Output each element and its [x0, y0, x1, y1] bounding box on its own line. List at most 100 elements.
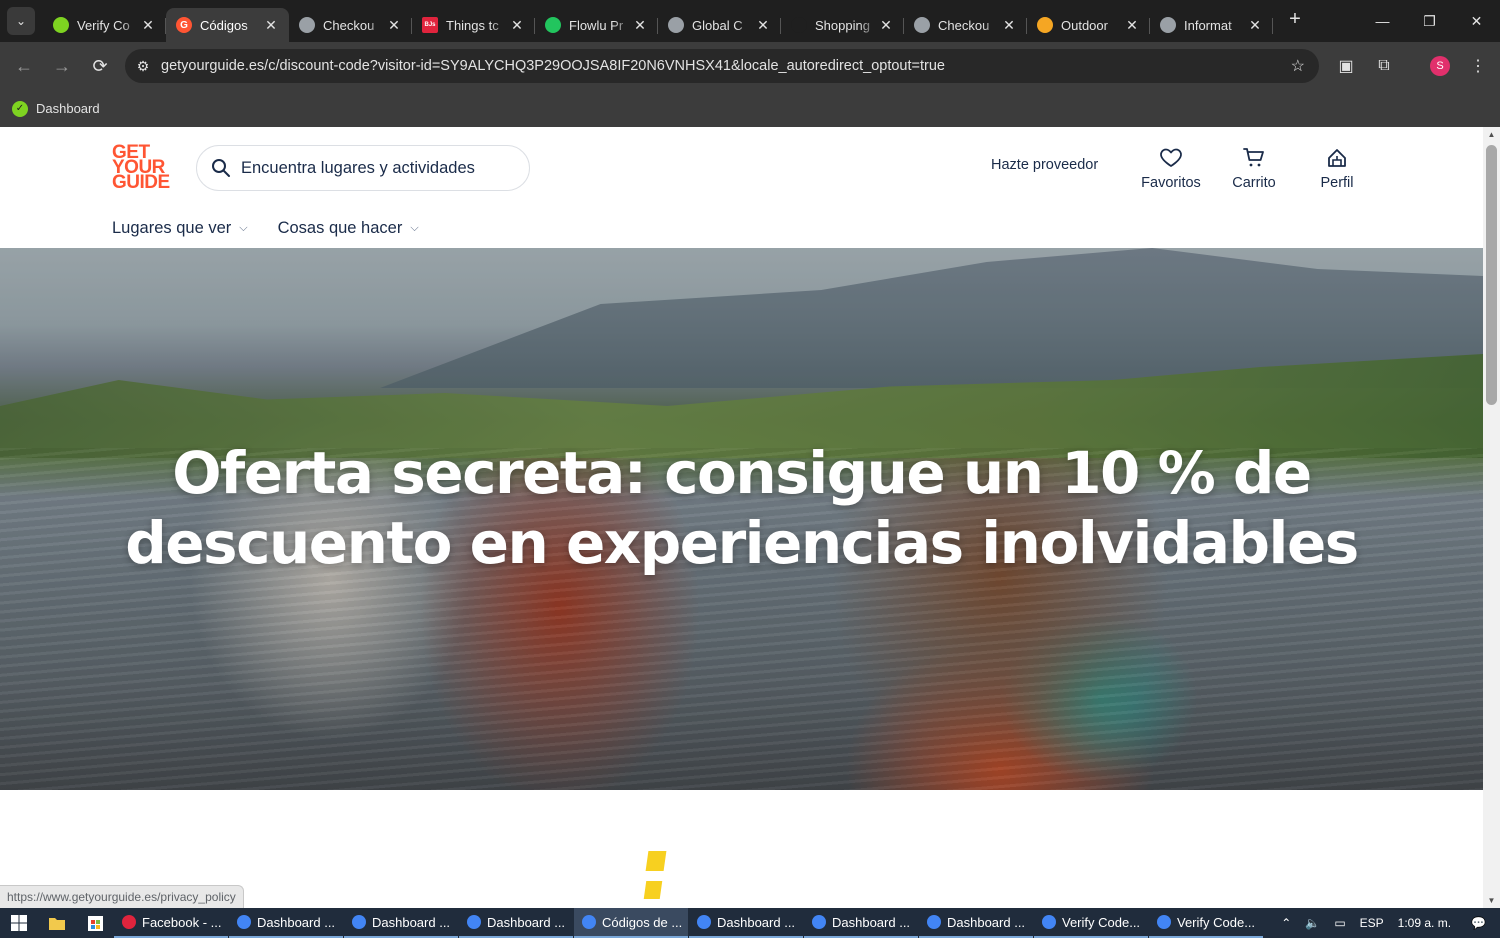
tray-chevron-up-icon[interactable]: ⌃	[1281, 916, 1291, 930]
reload-button[interactable]: ⟳	[82, 48, 118, 84]
taskbar-item[interactable]: Verify Code...	[1034, 908, 1148, 938]
close-tab-icon[interactable]: ✕	[632, 17, 648, 34]
cart-button[interactable]: Carrito	[1219, 145, 1289, 191]
taskbar-item[interactable]: Códigos de ...	[574, 908, 688, 938]
menu-kebab-icon[interactable]: ⋮	[1464, 52, 1492, 80]
close-tab-icon[interactable]: ✕	[1247, 17, 1263, 34]
extensions-puzzle-icon[interactable]: ⧉	[1370, 52, 1398, 80]
profile-nav-button[interactable]: Perfil	[1302, 145, 1372, 191]
search-icon	[212, 159, 230, 177]
taskbar-items: Facebook - ... Dashboard ... Dashboard ...…	[114, 908, 1264, 938]
page-scrollbar[interactable]: ▲ ▼	[1483, 127, 1500, 908]
notifications-icon[interactable]: 💬	[1471, 916, 1486, 930]
restore-button[interactable]: ❐	[1406, 0, 1453, 42]
nav-places-label: Lugares que ver	[112, 219, 232, 237]
bookmark-star-icon[interactable]: ☆	[1291, 56, 1305, 76]
browser-tab[interactable]: Checkou ✕	[289, 8, 412, 42]
file-explorer-icon[interactable]	[38, 908, 76, 938]
new-tab-button[interactable]: +	[1281, 5, 1309, 33]
url-text[interactable]: getyourguide.es/c/discount-code?visitor-…	[161, 58, 945, 74]
browser-toolbar: ← → ⟳ ⚙ getyourguide.es/c/discount-code?…	[0, 42, 1500, 90]
browser-tab[interactable]: Informat ✕	[1150, 8, 1273, 42]
store-icon[interactable]	[76, 908, 114, 938]
tab-title: Checkou	[323, 17, 375, 33]
browser-tab[interactable]: Flowlu Pr ✕	[535, 8, 658, 42]
extension-icon[interactable]: ▣	[1332, 52, 1360, 80]
taskbar-item[interactable]: Verify Code...	[1149, 908, 1263, 938]
volume-icon[interactable]: 🔈	[1305, 916, 1320, 930]
taskbar-item[interactable]: Dashboard ...	[229, 908, 343, 938]
tab-title: Informat	[1184, 17, 1232, 33]
site-logo[interactable]: GET YOUR GUIDE	[112, 143, 174, 192]
browser-tab[interactable]: Shopping ✕	[781, 8, 904, 42]
close-tab-icon[interactable]: ✕	[755, 17, 771, 34]
taskbar-item[interactable]: Dashboard ...	[919, 908, 1033, 938]
close-tab-icon[interactable]: ✕	[878, 17, 894, 34]
status-bar-url: https://www.getyourguide.es/privacy_poli…	[0, 885, 244, 908]
search-input[interactable]: Encuentra lugares y actividades	[196, 145, 530, 191]
browser-tab[interactable]: G Códigos ✕	[166, 8, 289, 42]
browser-tab[interactable]: Global C ✕	[658, 8, 781, 42]
scroll-down-arrow[interactable]: ▼	[1483, 896, 1500, 905]
app-icon	[1042, 915, 1056, 929]
bookmark-dashboard[interactable]: Dashboard	[36, 101, 100, 116]
taskbar-item-label: Dashboard ...	[947, 914, 1026, 930]
forward-button[interactable]: →	[44, 48, 80, 84]
language-indicator[interactable]: ESP	[1360, 916, 1384, 930]
favorites-button[interactable]: Favoritos	[1136, 145, 1206, 191]
minimize-button[interactable]: —	[1359, 0, 1406, 42]
become-provider-link[interactable]: Hazte proveedor	[991, 157, 1098, 173]
close-tab-icon[interactable]: ✕	[509, 17, 525, 34]
tab-search-button[interactable]: ⌄	[7, 7, 35, 35]
close-tab-icon[interactable]: ✕	[140, 17, 156, 34]
tab-title: Things tc	[446, 17, 499, 33]
nav-places-to-see[interactable]: Lugares que ver ⌵	[112, 219, 248, 238]
taskbar-item-label: Dashboard ...	[487, 914, 566, 930]
app-icon	[927, 915, 941, 929]
scroll-up-arrow[interactable]: ▲	[1483, 130, 1500, 139]
close-tab-icon[interactable]: ✕	[386, 17, 402, 34]
nav-things-to-do[interactable]: Cosas que hacer ⌵	[278, 219, 419, 238]
tab-title: Checkou	[938, 17, 990, 33]
browser-tab[interactable]: Checkou ✕	[904, 8, 1027, 42]
taskbar-item[interactable]: Dashboard ...	[344, 908, 458, 938]
address-bar[interactable]: ⚙ getyourguide.es/c/discount-code?visito…	[125, 49, 1319, 83]
taskbar-item-label: Dashboard ...	[372, 914, 451, 930]
os-taskbar: Facebook - ... Dashboard ... Dashboard ...…	[0, 908, 1500, 938]
taskbar-item[interactable]: Dashboard ...	[689, 908, 803, 938]
tab-title: Global C	[692, 17, 743, 33]
taskbar-item[interactable]: Dashboard ...	[804, 908, 918, 938]
tab-favicon-icon	[914, 17, 930, 33]
windows-start-button[interactable]	[0, 908, 38, 938]
page-viewport: GET YOUR GUIDE Encuentra lugares y activ…	[0, 127, 1483, 908]
app-icon	[467, 915, 481, 929]
hero-banner: Oferta secreta: consigue un 10 % de desc…	[0, 248, 1483, 790]
scrollbar-thumb[interactable]	[1486, 145, 1497, 405]
close-tab-icon[interactable]: ✕	[1001, 17, 1017, 34]
network-icon[interactable]: ▭	[1334, 916, 1345, 930]
close-tab-icon[interactable]: ✕	[263, 17, 279, 34]
browser-tab[interactable]: BJs Things tc ✕	[412, 8, 535, 42]
taskbar-item[interactable]: Facebook - ...	[114, 908, 228, 938]
cart-label: Carrito	[1232, 175, 1276, 191]
clock[interactable]: 1:09 a. m.	[1398, 916, 1451, 930]
tab-favicon-icon: G	[176, 17, 192, 33]
app-icon	[812, 915, 826, 929]
back-button[interactable]: ←	[6, 48, 42, 84]
browser-tab[interactable]: Verify Co ✕	[43, 8, 166, 42]
profile-button[interactable]: S	[1426, 52, 1454, 80]
taskbar-item-label: Códigos de ...	[602, 914, 683, 930]
close-window-button[interactable]: ✕	[1453, 0, 1500, 42]
taskbar-item[interactable]: Dashboard ...	[459, 908, 573, 938]
bookmarks-bar: ✓ Dashboard	[0, 90, 1500, 127]
close-tab-icon[interactable]: ✕	[1124, 17, 1140, 34]
tab-favicon-icon	[53, 17, 69, 33]
browser-tab[interactable]: Outdoor ✕	[1027, 8, 1150, 42]
tab-favicon-icon	[791, 17, 807, 33]
system-tray: ⌃ 🔈 ▭ ESP 1:09 a. m. 💬	[1281, 908, 1500, 938]
windows-logo-icon	[11, 915, 27, 931]
search-placeholder: Encuentra lugares y actividades	[241, 158, 475, 177]
decorative-shape	[643, 881, 663, 899]
site-info-icon[interactable]: ⚙	[125, 58, 161, 75]
heart-icon	[1160, 148, 1182, 167]
